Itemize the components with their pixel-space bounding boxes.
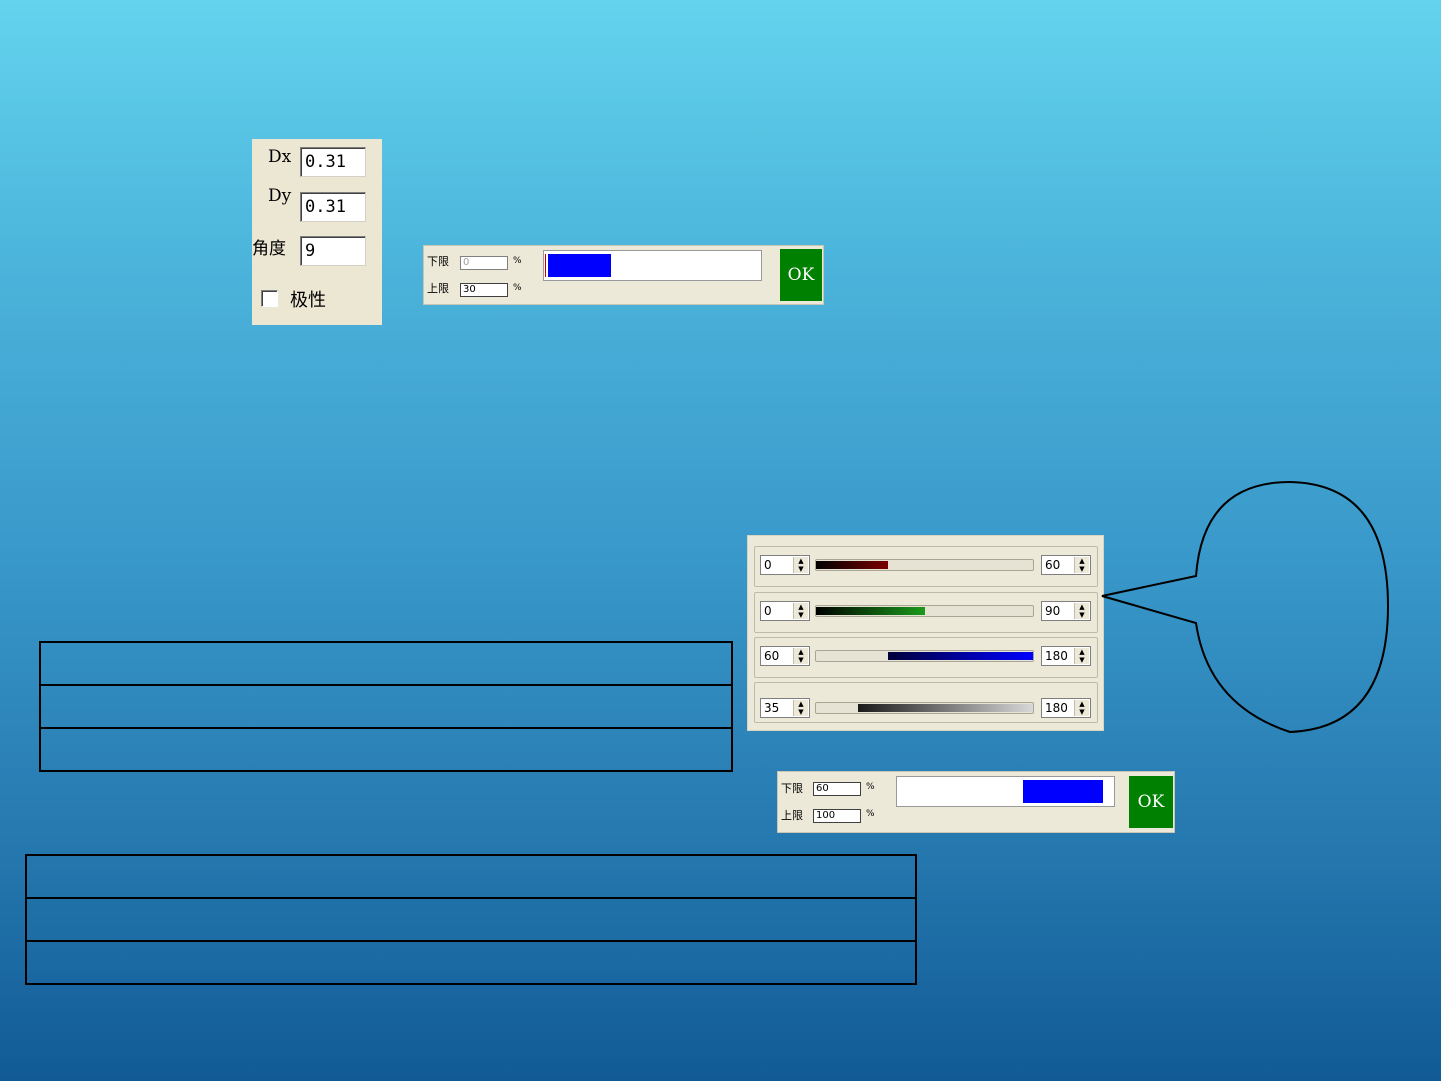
green-range-slider[interactable] (815, 605, 1034, 617)
lower-limit-input[interactable]: 60 (813, 782, 861, 796)
dy-input[interactable]: 0.31 (300, 192, 366, 222)
color-range-row-green: 0 ▲ ▼ 90 ▲ ▼ (754, 592, 1098, 633)
spin-arrows-icon[interactable]: ▲ ▼ (793, 603, 808, 619)
lower-limit-input[interactable]: 0 (460, 256, 508, 270)
upper-limit-input[interactable]: 30 (460, 283, 508, 297)
spin-arrows-icon[interactable]: ▲ ▼ (1074, 557, 1089, 573)
gray-max-spinner[interactable]: 180 ▲ ▼ (1041, 698, 1091, 718)
lower-marker[interactable] (545, 254, 546, 277)
green-min-spinner[interactable]: 0 ▲ ▼ (760, 601, 810, 621)
table-cell (25, 854, 917, 899)
polarity-label: 极性 (290, 290, 326, 311)
blue-min-spinner[interactable]: 60 ▲ ▼ (760, 646, 810, 666)
callout-shape (1101, 480, 1390, 734)
spin-arrows-icon[interactable]: ▲ ▼ (1074, 648, 1089, 664)
color-range-row-blue: 60 ▲ ▼ 180 ▲ ▼ (754, 637, 1098, 678)
table-cell (39, 641, 733, 686)
green-range-fill (816, 607, 925, 615)
empty-table-small (39, 641, 733, 772)
gray-range-fill (858, 704, 1033, 712)
red-max-spinner[interactable]: 60 ▲ ▼ (1041, 555, 1091, 575)
polarity-checkbox-icon[interactable] (261, 290, 278, 307)
threshold-panel-top: 下限 0 % 上限 30 % OK (423, 245, 824, 305)
red-range-fill (816, 561, 889, 569)
spin-arrows-icon[interactable]: ▲ ▼ (793, 700, 808, 716)
threshold-range-bar[interactable] (543, 250, 762, 281)
lower-limit-label: 下限 (781, 782, 803, 795)
callout-balloon (1101, 480, 1390, 734)
red-min-spinner[interactable]: 0 ▲ ▼ (760, 555, 810, 575)
threshold-fill (1023, 780, 1103, 803)
spin-arrows-icon[interactable]: ▲ ▼ (1074, 700, 1089, 716)
color-range-row-gray: 35 ▲ ▼ 180 ▲ ▼ (754, 682, 1098, 723)
angle-label: 角度 (252, 239, 286, 259)
ok-button[interactable]: OK (1129, 776, 1173, 828)
lower-percent-label: % (513, 256, 522, 266)
blue-range-slider[interactable] (815, 650, 1034, 662)
green-max-spinner[interactable]: 90 ▲ ▼ (1041, 601, 1091, 621)
spin-arrows-icon[interactable]: ▲ ▼ (793, 648, 808, 664)
spin-arrows-icon[interactable]: ▲ ▼ (1074, 603, 1089, 619)
dx-input[interactable]: 0.31 (300, 147, 366, 177)
threshold-panel-bottom: 下限 60 % 上限 100 % OK (777, 771, 1175, 833)
parameter-panel: Dx 0.31 Dy 0.31 角度 9 极性 (252, 139, 382, 325)
upper-percent-label: % (513, 283, 522, 293)
dy-label: Dy (268, 186, 292, 206)
table-cell (39, 684, 733, 729)
red-range-slider[interactable] (815, 559, 1034, 571)
upper-percent-label: % (866, 809, 875, 819)
table-cell (25, 897, 917, 942)
gray-min-spinner[interactable]: 35 ▲ ▼ (760, 698, 810, 718)
upper-limit-label: 上限 (427, 282, 449, 295)
threshold-fill (548, 254, 611, 277)
angle-input[interactable]: 9 (300, 236, 366, 266)
upper-limit-label: 上限 (781, 809, 803, 822)
table-cell (25, 940, 917, 985)
ok-button[interactable]: OK (780, 249, 822, 301)
color-range-panel: 0 ▲ ▼ 60 ▲ ▼ 0 ▲ ▼ 90 ▲ ▼ 60 ▲ ▼ 180 ▲ ▼ 35 ▲ ▼ 180 ▲ ▼ (747, 535, 1104, 731)
spin-arrows-icon[interactable]: ▲ ▼ (793, 557, 808, 573)
lower-limit-label: 下限 (427, 255, 449, 268)
empty-table-large (25, 854, 917, 985)
blue-max-spinner[interactable]: 180 ▲ ▼ (1041, 646, 1091, 666)
blue-range-fill (888, 652, 1033, 660)
gray-range-slider[interactable] (815, 702, 1034, 714)
table-cell (39, 727, 733, 772)
lower-percent-label: % (866, 782, 875, 792)
threshold-range-bar[interactable] (896, 776, 1115, 807)
color-range-row-red: 0 ▲ ▼ 60 ▲ ▼ (754, 546, 1098, 587)
dx-label: Dx (268, 147, 292, 167)
upper-limit-input[interactable]: 100 (813, 809, 861, 823)
